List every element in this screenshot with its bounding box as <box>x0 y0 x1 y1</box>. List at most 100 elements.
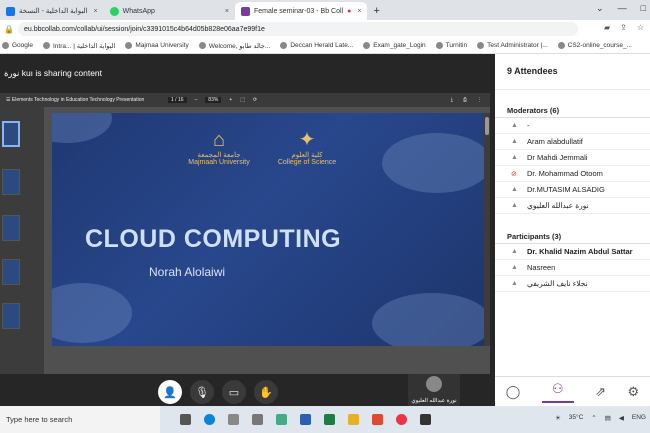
avatar <box>426 376 442 392</box>
thumbnail[interactable] <box>2 215 20 241</box>
chat-icon[interactable]: ◯ <box>506 384 521 400</box>
collab-icon <box>241 6 251 16</box>
slide-canvas: ⌂ جامعة المجمعة Majmaah University ✦ كلية … <box>52 113 484 346</box>
mic-off-button[interactable]: 🎙 <box>190 380 214 404</box>
windows-taskbar: Type here to search ☀ 35°C ⌃ ▤ ◀ ENG <box>0 406 650 433</box>
volume-icon[interactable]: ◀ <box>619 414 624 422</box>
attendee-row[interactable]: ▲ Aram alabdullatif <box>495 134 650 150</box>
chevron-up-icon[interactable]: ⌃ <box>591 414 596 422</box>
attendee-row[interactable]: ⊘ Dr. Mohammad Otoom <box>495 166 650 182</box>
cloud-decoration <box>382 133 484 193</box>
attendees-panel: 9 Attendees Moderators (6) ▲ - ▲ Aram alab… <box>495 54 650 406</box>
tab-collaborate[interactable]: Female seminar-03 - Bb Coll ● × <box>235 2 368 20</box>
sharing-label: نورة kuı is sharing content <box>4 68 103 78</box>
app-icon[interactable] <box>276 414 287 425</box>
excel-icon[interactable] <box>324 414 335 425</box>
attendee-row[interactable]: ▲ Nasreen <box>495 260 650 276</box>
share-content-icon[interactable]: ⇗ <box>595 384 606 400</box>
cloud-decoration <box>52 113 112 143</box>
print-icon[interactable]: ⎙ <box>463 97 467 103</box>
language-indicator[interactable]: ENG <box>632 414 646 422</box>
maximize-icon[interactable]: □ <box>641 3 646 14</box>
bookmark-test-admin[interactable]: Test Administrator |... <box>477 42 548 49</box>
store-icon[interactable] <box>252 414 263 425</box>
pdf-toolbar: ☰ Elements Technology in Education Techn… <box>0 93 490 107</box>
moderators-header: Moderators (6) <box>495 98 650 118</box>
bookmark-deccan[interactable]: Deccan Herald Late... <box>280 42 353 49</box>
new-tab-button[interactable]: + <box>367 2 385 20</box>
gear-icon[interactable]: ⚙ <box>628 384 640 400</box>
url-field[interactable]: eu.bbcollab.com/collab/ui/session/join/c… <box>17 22 578 36</box>
bookmark-cs2[interactable]: CS2-online_course_... <box>557 42 632 49</box>
task-view-icon[interactable] <box>180 414 191 425</box>
thumbnail[interactable] <box>2 121 20 147</box>
majmaah-logo: ⌂ جامعة المجمعة Majmaah University <box>188 129 250 166</box>
close-icon[interactable]: × <box>357 8 361 15</box>
weather-icon[interactable]: ☀ <box>555 414 561 422</box>
word-icon[interactable] <box>300 414 311 425</box>
close-icon[interactable]: × <box>225 8 229 15</box>
zoom-in-icon[interactable]: + <box>229 97 232 103</box>
zoom-level[interactable]: 83% <box>205 97 222 103</box>
star-icon[interactable]: ☆ <box>637 23 644 32</box>
calculator-icon[interactable] <box>420 414 431 425</box>
attendee-row[interactable]: ▲ نجلاء نايف الشريفي <box>495 276 650 292</box>
temperature: 35°C <box>568 414 584 421</box>
fit-icon[interactable]: ⬚ <box>240 97 245 103</box>
bookmark-exam-gate[interactable]: Exam_gate_Login <box>363 42 426 49</box>
bookmark-intranet[interactable]: Intra... | البوابة الداخلية <box>42 42 115 50</box>
attendee-row[interactable]: ▲ Dr.MUTASIM ALSADIG <box>495 182 650 198</box>
panel-tabs: ◯ ⚇ ⇗ ⚙ <box>495 376 650 406</box>
session-stage: نورة kuı is sharing content ☰ Elements T… <box>0 54 495 406</box>
share-icon[interactable]: ⇪ <box>620 23 627 32</box>
folder-icon[interactable] <box>348 414 359 425</box>
search-input[interactable]: Type here to search <box>0 406 160 433</box>
slide-author: Norah Alolaiwi <box>149 265 226 279</box>
tab-favicon-icon <box>6 6 15 16</box>
menu-icon[interactable]: ☰ <box>6 97 10 103</box>
chrome-icon[interactable] <box>396 414 407 425</box>
user-icon: ▲ <box>511 202 518 209</box>
attendees-icon[interactable]: ⚇ <box>541 381 574 403</box>
mail-icon[interactable] <box>228 414 239 425</box>
minimize-icon[interactable]: — <box>618 3 627 14</box>
my-status-button[interactable]: 👤 <box>158 380 182 404</box>
system-tray: ☀ 35°C ⌃ ▤ ◀ ENG <box>555 414 646 422</box>
blocked-icon: ⊘ <box>511 170 517 178</box>
tab-intranet[interactable]: البوابة الداخلية - النسخة × <box>0 2 104 20</box>
window-controls: ⌄ — □ <box>596 3 646 14</box>
self-video-tile: نورة عبدالله العليوي <box>408 374 460 406</box>
tab-whatsapp[interactable]: WhatsApp × <box>104 2 235 20</box>
more-icon[interactable]: ⋮ <box>477 97 482 103</box>
tab-label: WhatsApp <box>122 7 155 15</box>
lock-icon: 🔒 <box>4 24 14 34</box>
rotate-icon[interactable]: ⟳ <box>253 97 257 103</box>
camera-off-button[interactable]: ▭ <box>222 380 246 404</box>
bookmark-majmaa[interactable]: Majmaa University <box>125 42 189 49</box>
session-controls: 👤 🎙 ▭ ✋ <box>158 380 278 404</box>
close-icon[interactable]: × <box>94 8 98 15</box>
thumbnail[interactable] <box>2 259 20 285</box>
attendee-row[interactable]: ▲ Dr. Khalid Nazim Abdul Sattar <box>495 244 650 260</box>
edge-icon[interactable] <box>204 414 215 425</box>
page-indicator[interactable]: 1 / 16 <box>168 97 187 103</box>
zoom-out-icon[interactable]: – <box>195 97 198 103</box>
user-icon: ▲ <box>511 248 518 255</box>
app-icon[interactable] <box>372 414 383 425</box>
camera-icon[interactable]: ▰ <box>604 23 610 32</box>
thumbnail[interactable] <box>2 303 20 329</box>
pdf-scrollbar[interactable] <box>484 113 490 346</box>
bookmark-turnitin[interactable]: Turnitin <box>435 42 467 49</box>
thumbnail[interactable] <box>2 169 20 195</box>
download-icon[interactable]: ⤓ <box>451 97 453 103</box>
user-icon: ▲ <box>511 280 518 287</box>
pdf-viewer: ☰ Elements Technology in Education Techn… <box>0 93 490 374</box>
attendee-row[interactable]: ▲ Dr Mahdi Jemmali <box>495 150 650 166</box>
network-icon[interactable]: ▤ <box>605 414 611 422</box>
attendee-row[interactable]: ▲ - <box>495 118 650 134</box>
attendee-row[interactable]: ▲ نورة عبدالله العليوي <box>495 198 650 214</box>
bookmark-google[interactable]: Google <box>2 42 33 49</box>
raise-hand-button[interactable]: ✋ <box>254 380 278 404</box>
chevron-down-icon[interactable]: ⌄ <box>596 3 604 14</box>
bookmark-welcome[interactable]: Welcome, جالد طابو... <box>198 42 270 50</box>
